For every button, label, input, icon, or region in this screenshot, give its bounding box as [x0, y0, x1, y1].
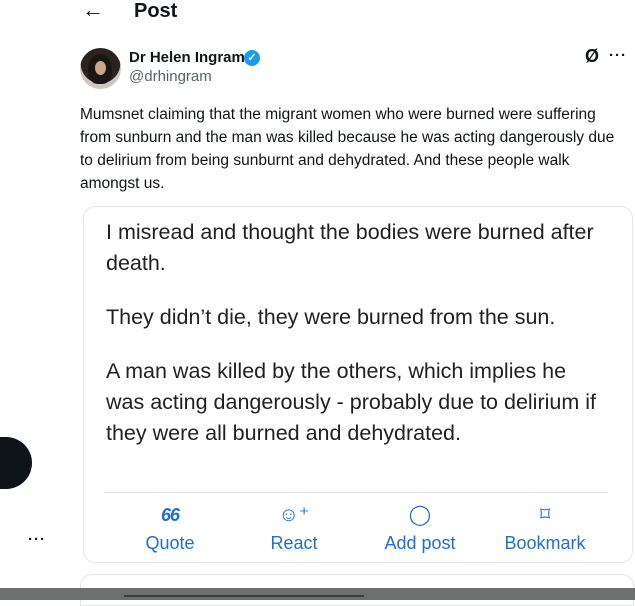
add-post-label: Add post	[384, 533, 456, 553]
left-rail: ···	[0, 0, 70, 600]
page-title: Post	[134, 0, 178, 22]
quote-label: Quote	[145, 533, 195, 553]
more-menu-icon[interactable]: ···	[28, 532, 46, 547]
quote-icon: 66	[160, 505, 180, 525]
bookmark-button[interactable]: ⌑ Bookmark	[490, 503, 600, 555]
verified-badge-icon: ✓	[244, 50, 260, 66]
header: ← Post	[70, 0, 635, 24]
grok-icon[interactable]: Ø	[585, 46, 599, 67]
more-options-icon[interactable]: ···	[609, 47, 627, 64]
add-post-button[interactable]: ◯ Add post	[365, 503, 475, 555]
author-handle[interactable]: @drhingram	[129, 67, 212, 86]
author-name[interactable]: Dr Helen Ingram	[129, 48, 245, 67]
quoted-paragraph: I misread and thought the bodies were bu…	[106, 220, 594, 275]
react-label: React	[270, 533, 318, 553]
divider	[104, 492, 608, 493]
react-button[interactable]: ☺⁺ React	[239, 503, 349, 555]
quote-button[interactable]: 66 Quote	[115, 503, 225, 555]
comment-icon: ◯	[408, 504, 432, 526]
bottom-bar-strip	[124, 595, 364, 597]
bookmark-label: Bookmark	[504, 533, 586, 553]
quoted-actions: 66 Quote ☺⁺ React ◯ Add post ⌑ Bookmark	[84, 503, 632, 559]
react-icon: ☺⁺	[278, 504, 310, 526]
quoted-card[interactable]: I misread and thought the bodies were bu…	[83, 206, 633, 563]
quoted-body: I misread and thought the bodies were bu…	[106, 217, 606, 472]
back-arrow-icon[interactable]: ←	[82, 0, 104, 22]
post-button[interactable]	[0, 437, 32, 489]
avatar-face	[95, 61, 106, 75]
quoted-paragraph: They didn’t die, they were burned from t…	[106, 305, 556, 329]
post-text: Mumsnet claiming that the migrant women …	[80, 106, 615, 192]
quoted-paragraph: A man was killed by the others, which im…	[106, 359, 596, 445]
bottom-bar	[0, 588, 635, 600]
bookmark-icon: ⌑	[539, 504, 551, 526]
avatar[interactable]	[80, 48, 121, 89]
